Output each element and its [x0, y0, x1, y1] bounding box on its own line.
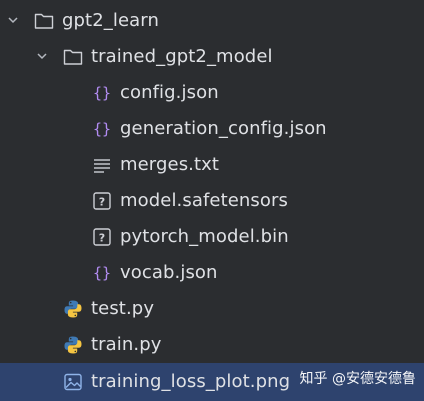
- tree-item-generation-config-json[interactable]: {} generation_config.json: [0, 111, 424, 147]
- tree-item-config-json[interactable]: {} config.json: [0, 75, 424, 111]
- image-file-icon: [63, 372, 83, 392]
- tree-item-test-py[interactable]: test.py: [0, 291, 424, 327]
- svg-text:?: ?: [99, 196, 105, 209]
- python-icon: [63, 335, 83, 355]
- tree-item-label: gpt2_learn: [62, 10, 159, 31]
- tree-item-label: vocab.json: [120, 262, 218, 283]
- text-lines-icon: [92, 155, 112, 175]
- tree-item-pytorch-model-bin[interactable]: ? pytorch_model.bin: [0, 219, 424, 255]
- unknown-file-icon: ?: [92, 191, 112, 211]
- json-braces-icon: {}: [92, 83, 112, 103]
- folder-icon: [34, 11, 54, 31]
- chevron-down-icon[interactable]: [8, 15, 18, 25]
- tree-item-vocab-json[interactable]: {} vocab.json: [0, 255, 424, 291]
- svg-text:{}: {}: [93, 84, 111, 102]
- svg-text:?: ?: [99, 232, 105, 245]
- tree-item-model-safetensors[interactable]: ? model.safetensors: [0, 183, 424, 219]
- tree-item-label: generation_config.json: [120, 118, 327, 139]
- tree-item-label: test.py: [91, 298, 155, 319]
- tree-item-label: train.py: [91, 334, 162, 355]
- folder-icon: [63, 47, 83, 67]
- json-braces-icon: {}: [92, 263, 112, 283]
- unknown-file-icon: ?: [92, 227, 112, 247]
- tree-item-train-py[interactable]: train.py: [0, 327, 424, 363]
- tree-item-label: config.json: [120, 82, 219, 103]
- tree-item-label: trained_gpt2_model: [91, 46, 273, 67]
- tree-item-label: merges.txt: [120, 154, 220, 175]
- tree-item-merges-txt[interactable]: merges.txt: [0, 147, 424, 183]
- tree-item-label: pytorch_model.bin: [120, 226, 289, 247]
- json-braces-icon: {}: [92, 119, 112, 139]
- watermark: 知乎 @安德安德鲁: [299, 371, 416, 387]
- tree-item-trained-gpt2-model[interactable]: trained_gpt2_model: [0, 39, 424, 75]
- tree-item-label: training_loss_plot.png: [91, 371, 291, 392]
- project-tree: gpt2_learn trained_gpt2_model {} config.…: [0, 0, 424, 401]
- tree-item-gpt2-learn[interactable]: gpt2_learn: [0, 3, 424, 39]
- python-icon: [63, 299, 83, 319]
- svg-text:{}: {}: [93, 264, 111, 282]
- tree-item-label: model.safetensors: [120, 190, 288, 211]
- svg-text:{}: {}: [93, 120, 111, 138]
- chevron-down-icon[interactable]: [37, 51, 47, 61]
